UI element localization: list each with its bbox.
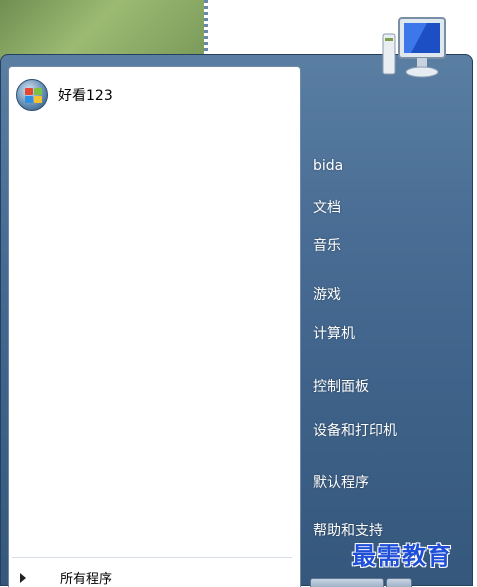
all-programs-button[interactable]: 所有程序	[12, 569, 113, 587]
triangle-right-icon	[20, 572, 26, 583]
right-item-music[interactable]: 音乐	[313, 235, 341, 255]
right-item-computer[interactable]: 计算机	[313, 323, 355, 343]
user-account-row[interactable]: 好看123	[16, 79, 216, 111]
right-item-default-programs[interactable]: 默认程序	[313, 472, 369, 492]
right-item-documents[interactable]: 文档	[313, 197, 341, 217]
all-programs-label: 所有程序	[60, 572, 113, 587]
desktop-background	[0, 0, 205, 60]
user-name: 好看123	[58, 88, 113, 104]
right-item-devices-printers[interactable]: 设备和打印机	[313, 420, 397, 440]
windows-logo-icon	[16, 79, 48, 111]
watermark-text: 最需教育	[352, 541, 452, 570]
start-menu-left-pane	[8, 66, 301, 587]
left-pane-divider	[12, 557, 292, 558]
right-item-control-panel[interactable]: 控制面板	[313, 376, 369, 396]
right-item-games[interactable]: 游戏	[313, 284, 341, 304]
right-item-bida[interactable]: bida	[313, 158, 343, 174]
monitor-icon	[382, 17, 446, 78]
